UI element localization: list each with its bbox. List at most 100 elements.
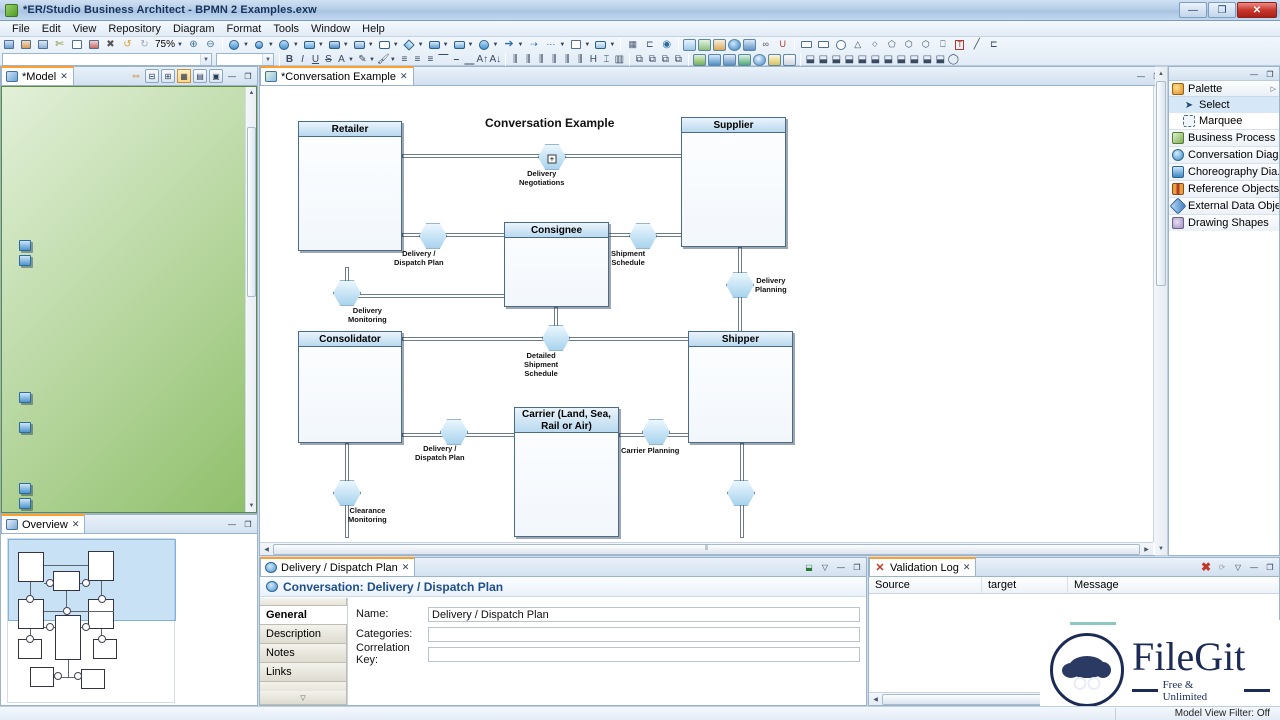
pool-icon[interactable] <box>377 38 392 52</box>
same-size-icon[interactable]: ▥ <box>613 54 626 65</box>
group-shape-dropdown-icon[interactable]: ▼ <box>609 42 615 48</box>
conversation-node-delivery[interactable] <box>440 419 468 445</box>
task-shape-dropdown-icon[interactable]: ▼ <box>318 42 324 48</box>
tab-model[interactable]: *Model ✕ <box>1 66 74 85</box>
align-left-icon[interactable]: ≡ <box>398 54 411 65</box>
ref-triangle-icon[interactable]: △ <box>850 38 865 52</box>
font-color-icon[interactable]: A <box>335 54 348 65</box>
zoom-in-icon[interactable]: ⊕ <box>186 38 201 52</box>
copy-icon[interactable] <box>69 38 84 52</box>
pool-shipper[interactable]: Shipper <box>688 331 793 443</box>
conversation-node-clearance[interactable] <box>333 480 361 506</box>
model-view-minimize-icon[interactable]: — <box>225 69 239 83</box>
validation-log-hscroll-thumb[interactable]: ⦀ <box>882 694 1266 705</box>
import-items-icon[interactable]: ▣ <box>209 69 223 83</box>
document-icon[interactable] <box>783 54 796 66</box>
match-height-icon[interactable]: ⌶ <box>600 54 613 65</box>
tab-validation-log[interactable]: ✕ Validation Log ✕ <box>869 557 976 576</box>
editor-minimize-icon[interactable]: — <box>1134 69 1148 83</box>
palette-header[interactable]: Palette ▷ <box>1169 81 1279 97</box>
conversation-node-delivery[interactable] <box>333 280 361 306</box>
validation-log-menu-icon[interactable]: ▽ <box>1231 560 1245 574</box>
pool-dropdown-icon[interactable]: ▼ <box>393 42 399 48</box>
properties-tab-scroll-down-icon[interactable]: ▽ <box>260 691 347 705</box>
palette-scroll-thumb[interactable] <box>1156 81 1166 286</box>
diagram-canvas[interactable]: Conversation Example RetailerSupplierCon… <box>260 86 1166 555</box>
overview-minimize-icon[interactable]: — <box>225 517 239 531</box>
expand-marker-icon[interactable]: + <box>548 154 557 163</box>
conversation-node-delivery[interactable] <box>726 272 754 298</box>
menu-file[interactable]: File <box>6 22 36 36</box>
palette-drawer-drawing-shapes[interactable]: Drawing Shapes <box>1169 214 1279 231</box>
ref-hexagon-icon[interactable]: ⬡ <box>901 38 916 52</box>
intermediate-event-dropdown-icon[interactable]: ▼ <box>268 42 274 48</box>
ref-hexagon2-icon[interactable]: ⬡ <box>918 38 933 52</box>
call-activity-icon[interactable] <box>352 38 367 52</box>
model-tree-scrollbar[interactable]: ▲ ▼ <box>245 87 256 512</box>
conversation-node-carrier-planning[interactable] <box>642 419 670 445</box>
choreo-multi-icon[interactable]: ⬓ <box>856 54 869 65</box>
conversation-node-delivery[interactable] <box>419 223 447 249</box>
text-annotation-icon[interactable] <box>568 38 583 52</box>
pool-consignee[interactable]: Consignee <box>504 222 609 307</box>
choreo-call-icon[interactable]: ⬓ <box>830 54 843 65</box>
name-field[interactable]: Delivery / Dispatch Plan <box>428 607 860 622</box>
delete-icon[interactable]: ✖ <box>103 38 118 52</box>
print-preview-icon[interactable] <box>35 38 50 52</box>
save-icon[interactable] <box>1 38 16 52</box>
align-middle-icon[interactable]: ⎯ <box>450 54 463 65</box>
menu-tools[interactable]: Tools <box>267 22 305 36</box>
strikethrough-icon[interactable]: S <box>322 54 335 65</box>
association-icon[interactable]: ⋯ <box>543 38 558 52</box>
ref-cylinder-icon[interactable]: ⎕ <box>935 38 950 52</box>
validation-log-hscrollbar[interactable]: ◀ ⦀ ▶ <box>869 692 1279 705</box>
call-activity-dropdown-icon[interactable]: ▼ <box>368 42 374 48</box>
model-tree-scroll-thumb[interactable] <box>247 127 256 297</box>
choreo-participant-icon[interactable]: ⬓ <box>843 54 856 65</box>
model-props-icon[interactable] <box>723 54 736 66</box>
align-objects-left-icon[interactable]: ⫼ <box>509 54 522 65</box>
validation-log-minimize-icon[interactable]: — <box>1247 560 1261 574</box>
properties-tab-general[interactable]: General <box>260 606 347 625</box>
link-icon[interactable]: ∞ <box>758 38 773 52</box>
choreo-link-icon[interactable]: ⬓ <box>895 54 908 65</box>
nudge-left-icon[interactable]: ⧉ <box>633 54 646 65</box>
undo-icon[interactable]: ↺ <box>120 38 135 52</box>
data-lineage-icon[interactable] <box>738 54 751 66</box>
font-size-dropdown-icon[interactable]: ▼ <box>262 54 273 65</box>
event-shape-dropdown-icon[interactable]: ▼ <box>243 42 249 48</box>
notes-icon[interactable] <box>768 54 781 66</box>
locate-icon[interactable]: ◉ <box>659 38 674 52</box>
cut-icon[interactable]: ✄ <box>52 38 67 52</box>
conversation-node-delivery[interactable]: + <box>538 144 566 170</box>
validation-log-rows[interactable] <box>869 594 1279 691</box>
print-icon[interactable] <box>18 38 33 52</box>
choreo-gateway-icon[interactable]: ⬓ <box>882 54 895 65</box>
canvas-scroll-right-icon[interactable]: ▶ <box>1140 543 1153 556</box>
font-color-dropdown-icon[interactable]: ▼ <box>348 57 354 63</box>
font-size-combo[interactable]: ▼ <box>216 53 274 66</box>
pool-supplier[interactable]: Supplier <box>681 117 786 247</box>
tab-model-close-icon[interactable]: ✕ <box>60 71 68 82</box>
gateway-icon[interactable] <box>402 38 417 52</box>
close-button[interactable]: ✕ <box>1237 2 1277 18</box>
end-event-icon[interactable] <box>277 38 292 52</box>
palette-drawer-choreography-diagram[interactable]: Choreography Dia... <box>1169 163 1279 180</box>
tab-overview[interactable]: Overview ✕ <box>1 514 85 533</box>
menu-edit[interactable]: Edit <box>36 22 67 36</box>
menu-diagram[interactable]: Diagram <box>167 22 221 36</box>
column-header-source[interactable]: Source <box>869 577 982 594</box>
palette-drawer-conversation-diagram[interactable]: Conversation Diagr... <box>1169 146 1279 163</box>
ref-rect-icon[interactable] <box>799 38 814 52</box>
menu-window[interactable]: Window <box>305 22 356 36</box>
ref-ellipse-icon[interactable] <box>833 38 848 52</box>
lane-dropdown-icon[interactable]: ▼ <box>443 42 449 48</box>
align-center-icon[interactable]: ≡ <box>411 54 424 65</box>
canvas-hscroll-thumb[interactable]: ⦀ <box>273 544 1140 555</box>
pin-icon[interactable]: ⬓ <box>802 560 816 574</box>
palette-scrollbar[interactable]: ▲ ▼ <box>1155 66 1168 556</box>
align-objects-middle-icon[interactable]: ⫼ <box>561 54 574 65</box>
font-name-dropdown-icon[interactable]: ▼ <box>200 54 211 65</box>
zoom-out-icon[interactable]: ⊖ <box>203 38 218 52</box>
line-tool-icon[interactable]: ╱ <box>969 38 984 52</box>
